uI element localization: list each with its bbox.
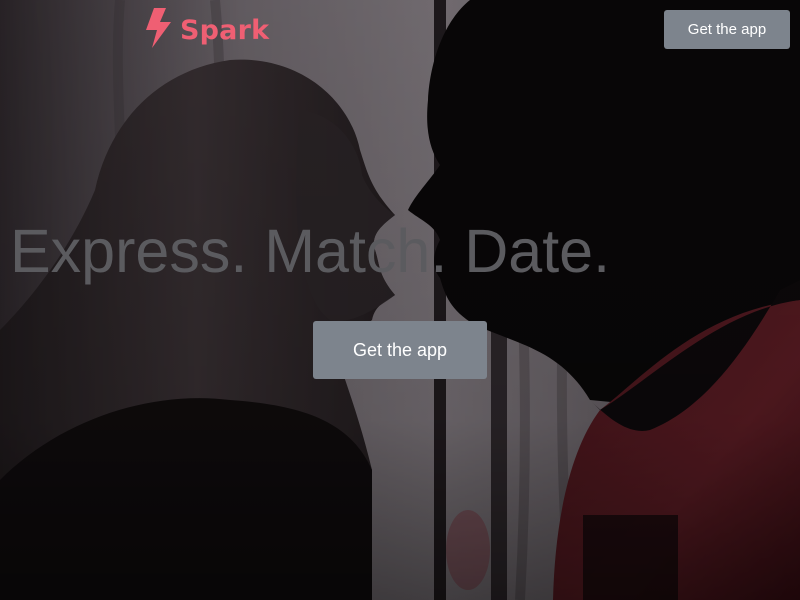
brand-logo[interactable]: Spark — [142, 7, 270, 54]
lightning-bolt-icon — [142, 7, 174, 54]
hero-headline: Express. Match. Date. — [10, 217, 611, 285]
hero-background-image — [0, 0, 800, 600]
brand-name: Spark — [180, 14, 270, 46]
hero-get-app-button[interactable]: Get the app — [313, 321, 487, 379]
header-get-app-button[interactable]: Get the app — [664, 10, 790, 49]
